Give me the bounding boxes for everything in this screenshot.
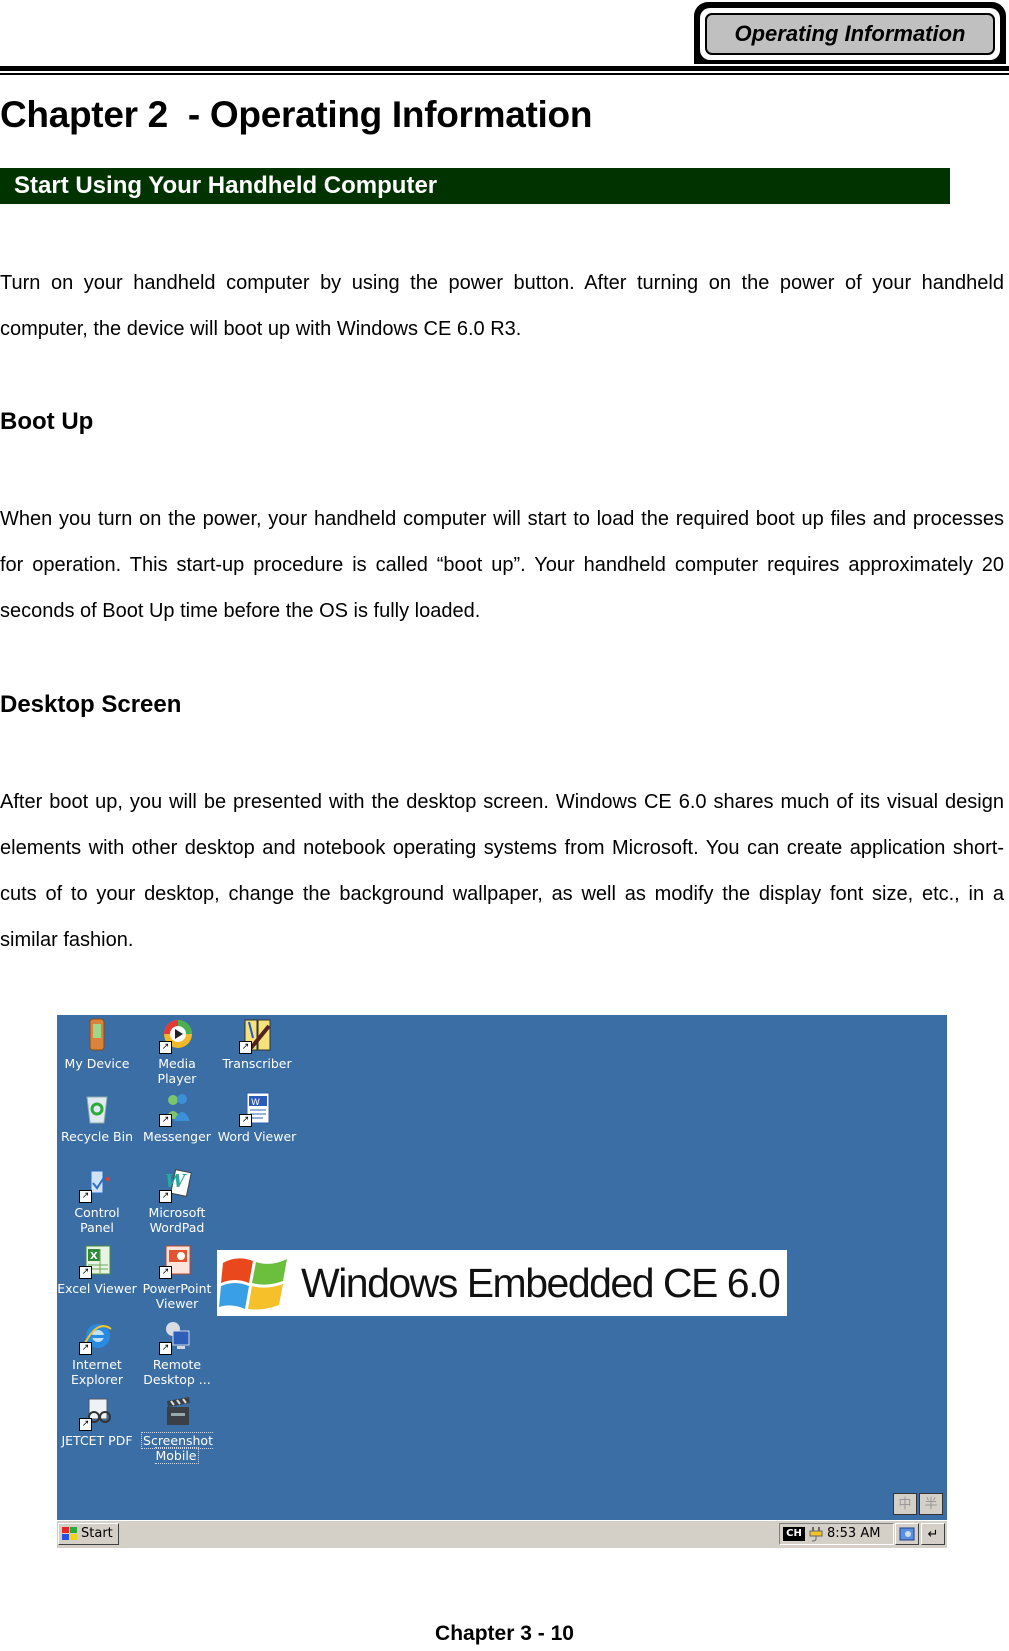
clock[interactable]: 8:53 AM — [827, 1524, 880, 1544]
windows-logo-icon — [62, 1527, 77, 1540]
icon-label: Control Panel — [74, 1205, 120, 1235]
icon-label: Remote Desktop ... — [143, 1357, 211, 1387]
chapter-title: Chapter 2 - Operating Information — [0, 94, 593, 135]
header-rule-thick — [0, 66, 1009, 71]
start-button[interactable]: Start — [58, 1523, 119, 1545]
shortcut-arrow-icon: ↗ — [79, 1266, 92, 1279]
desktop-icon-media-player[interactable]: ↗ Media Player — [137, 1018, 217, 1086]
icon-label: Excel Viewer — [57, 1281, 137, 1296]
shortcut-arrow-icon: ↗ — [159, 1266, 172, 1279]
desktop-icon-control-panel[interactable]: ↗ Control Panel — [57, 1167, 137, 1235]
svg-text:W: W — [251, 1098, 260, 1108]
icon-label: Transcriber — [222, 1056, 292, 1071]
windows-flag-icon — [219, 1253, 291, 1313]
transcriber-icon: ↗ — [239, 1018, 273, 1054]
desktop-icon-word-viewer[interactable]: W ↗ Word Viewer — [217, 1091, 297, 1144]
shortcut-arrow-icon: ↗ — [159, 1041, 172, 1054]
ime-chinese-button[interactable]: 中 — [893, 1493, 917, 1515]
icon-label: Recycle Bin — [60, 1129, 134, 1144]
header-tab-label: Operating Information — [705, 13, 995, 55]
input-language-indicator[interactable]: CH — [783, 1527, 805, 1541]
header-tab-frame: Operating Information — [700, 8, 1000, 60]
shortcut-arrow-icon: ↗ — [159, 1342, 172, 1355]
desktop-icon-messenger[interactable]: ↗ Messenger — [137, 1091, 217, 1144]
icon-label: Word Viewer — [217, 1129, 297, 1144]
section-heading: Start Using Your Handheld Computer — [0, 168, 950, 204]
desktop-icon-recycle-bin[interactable]: Recycle Bin — [57, 1091, 137, 1144]
desktop-icon — [899, 1527, 915, 1541]
desktop-icon-wordpad[interactable]: W ↗ Microsoft WordPad — [137, 1167, 217, 1235]
shortcut-arrow-icon: ↗ — [79, 1190, 92, 1203]
desktop-screen-paragraph: After boot up, you will be presented wit… — [0, 791, 1004, 951]
control-panel-icon: ↗ — [79, 1167, 113, 1203]
desktop-icon-transcriber[interactable]: ↗ Transcriber — [217, 1018, 297, 1071]
svg-text:X: X — [90, 1251, 98, 1262]
media-player-icon: ↗ — [159, 1018, 193, 1054]
windows-embedded-banner: Windows Embedded CE 6.0 — [217, 1250, 787, 1316]
desktop-icon-internet-explorer[interactable]: ↗ Internet Explorer — [57, 1319, 137, 1387]
intro-paragraph: Turn on your handheld computer by using … — [0, 272, 1004, 340]
icon-label: Messenger — [143, 1129, 211, 1144]
messenger-icon: ↗ — [159, 1091, 193, 1127]
icon-label: JETCET PDF — [61, 1433, 133, 1448]
desktop-icon-remote-desktop[interactable]: ↗ Remote Desktop ... — [137, 1319, 217, 1387]
word-viewer-icon: W ↗ — [239, 1091, 273, 1127]
my-device-icon — [81, 1018, 113, 1052]
icon-label: Internet Explorer — [70, 1357, 124, 1387]
system-tray: CH 8:53 AM — [779, 1523, 894, 1545]
powerpoint-viewer-icon: ↗ — [159, 1243, 193, 1279]
start-label: Start — [81, 1526, 113, 1541]
desktop-icon-jetcet-pdf[interactable]: ↗ JETCET PDF — [57, 1395, 137, 1448]
input-panel-button[interactable]: ↵ — [921, 1523, 945, 1545]
header-tab: Operating Information — [694, 2, 1006, 64]
icon-label: PowerPoint Viewer — [142, 1281, 212, 1311]
excel-viewer-icon: X ↗ — [79, 1243, 113, 1279]
boot-up-paragraph: When you turn on the power, your handhel… — [0, 508, 1004, 622]
shortcut-arrow-icon: ↗ — [79, 1342, 92, 1355]
desktop-icon-screenshot-mobile[interactable]: Screenshot Mobile — [137, 1395, 217, 1464]
desktop-toggle-button[interactable] — [895, 1523, 919, 1545]
internet-explorer-icon: ↗ — [79, 1319, 113, 1355]
wordpad-icon: W ↗ — [159, 1167, 193, 1203]
desktop-screen-heading: Desktop Screen — [0, 691, 182, 718]
svg-text:W: W — [165, 1171, 187, 1192]
recycle-bin-icon — [81, 1091, 113, 1125]
taskbar: Start CH 8:53 AM ↵ — [57, 1520, 947, 1548]
desktop-screenshot: My Device ↗ Media Player ↗ Transcriber R… — [57, 1015, 947, 1548]
remote-desktop-icon: ↗ — [159, 1319, 193, 1355]
desktop-icon-my-device[interactable]: My Device — [57, 1018, 137, 1071]
screenshot-mobile-icon — [161, 1395, 193, 1429]
shortcut-arrow-icon: ↗ — [159, 1114, 172, 1127]
ime-halfwidth-button[interactable]: 半 — [919, 1493, 943, 1515]
icon-label-selected: Screenshot Mobile — [141, 1432, 213, 1464]
desktop-icon-excel-viewer[interactable]: X ↗ Excel Viewer — [57, 1243, 137, 1296]
jetcet-pdf-icon: ↗ — [79, 1395, 113, 1431]
power-plug-icon[interactable] — [809, 1526, 823, 1542]
desktop-icon-powerpoint-viewer[interactable]: ↗ PowerPoint Viewer — [137, 1243, 217, 1311]
shortcut-arrow-icon: ↗ — [79, 1418, 92, 1431]
icon-label: Microsoft WordPad — [148, 1205, 206, 1235]
icon-label: Media Player — [157, 1056, 197, 1086]
page-footer: Chapter 3 - 10 — [435, 1622, 574, 1645]
shortcut-arrow-icon: ↗ — [239, 1114, 252, 1127]
icon-label: My Device — [64, 1056, 130, 1071]
header-rule-thin — [0, 73, 1009, 75]
shortcut-arrow-icon: ↗ — [159, 1190, 172, 1203]
shortcut-arrow-icon: ↗ — [239, 1041, 252, 1054]
banner-text: Windows Embedded CE 6.0 — [301, 1259, 781, 1306]
boot-up-heading: Boot Up — [0, 408, 94, 435]
